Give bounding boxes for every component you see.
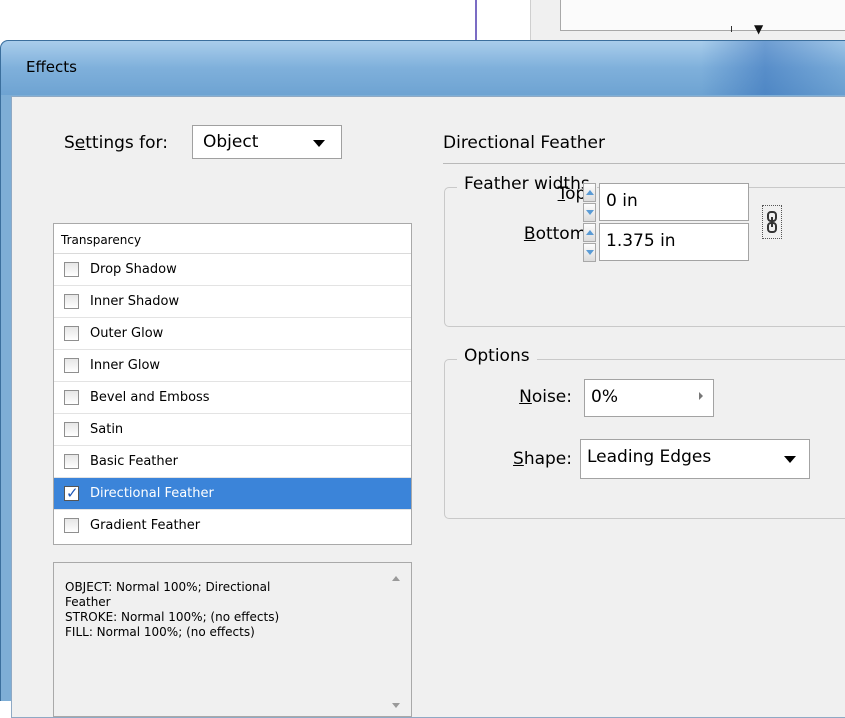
section-divider — [443, 163, 845, 164]
dialog-title: Effects — [26, 58, 77, 76]
satin-checkbox[interactable] — [64, 422, 79, 437]
chevron-down-icon — [784, 456, 796, 463]
effect-item-outer-glow[interactable]: Outer Glow — [54, 318, 411, 350]
background-ruler: ▼ — [560, 0, 845, 36]
inner-glow-checkbox[interactable] — [64, 358, 79, 373]
outer-glow-checkbox[interactable] — [64, 326, 79, 341]
gradient-feather-checkbox[interactable] — [64, 518, 79, 533]
top-label: Top: — [557, 184, 592, 204]
link-icon[interactable] — [762, 205, 782, 239]
effect-item-satin[interactable]: Satin — [54, 414, 411, 446]
top-stepper[interactable] — [583, 183, 596, 223]
shape-dropdown[interactable]: Leading Edges — [580, 439, 810, 479]
effects-summary: OBJECT: Normal 100%; Directional Feather… — [53, 562, 412, 717]
effects-dialog: Effects Settings for: Object Transparenc… — [0, 40, 845, 718]
bottom-label: Bottom: — [523, 224, 592, 244]
chevron-down-icon — [313, 140, 325, 147]
effect-item-transparency[interactable]: Transparency — [54, 224, 411, 254]
noise-label: Noise: — [519, 387, 572, 407]
inner-shadow-checkbox[interactable] — [64, 294, 79, 309]
effects-list: Transparency Drop Shadow Inner Shadow Ou… — [53, 223, 412, 545]
stepper-up-icon[interactable] — [583, 183, 596, 202]
settings-for-dropdown[interactable]: Object — [192, 125, 342, 159]
dialog-titlebar[interactable]: Effects — [1, 41, 845, 95]
slider-arrow-icon[interactable] — [699, 392, 703, 400]
noise-input[interactable]: 0% — [584, 379, 714, 417]
effect-item-drop-shadow[interactable]: Drop Shadow — [54, 254, 411, 286]
options-title: Options — [457, 346, 537, 366]
shape-label: Shape: — [513, 449, 572, 469]
effect-item-inner-shadow[interactable]: Inner Shadow — [54, 286, 411, 318]
effect-item-bevel-and-emboss[interactable]: Bevel and Emboss — [54, 382, 411, 414]
settings-for-label: Settings for: — [64, 133, 168, 153]
ruler-tick — [731, 26, 732, 32]
scroll-up-icon[interactable] — [392, 576, 400, 581]
drop-shadow-checkbox[interactable] — [64, 262, 79, 277]
background-guide-line — [475, 0, 477, 40]
settings-for-value: Object — [203, 132, 259, 152]
basic-feather-checkbox[interactable] — [64, 454, 79, 469]
directional-feather-checkbox[interactable]: ✓ — [64, 484, 79, 502]
stepper-up-icon[interactable] — [583, 223, 596, 242]
effect-item-inner-glow[interactable]: Inner Glow — [54, 350, 411, 382]
bottom-stepper[interactable] — [583, 223, 596, 263]
stepper-down-icon[interactable] — [583, 203, 596, 222]
bottom-input[interactable]: 1.375 in — [599, 223, 749, 261]
ruler-marker-icon: ▼ — [754, 22, 764, 36]
checkmark-icon: ✓ — [66, 484, 79, 502]
section-title: Directional Feather — [443, 133, 605, 153]
top-input[interactable]: 0 in — [599, 183, 749, 221]
stepper-down-icon[interactable] — [583, 243, 596, 262]
effect-item-gradient-feather[interactable]: Gradient Feather — [54, 510, 411, 542]
effect-item-directional-feather[interactable]: ✓ Directional Feather — [54, 478, 411, 510]
scroll-down-icon[interactable] — [392, 703, 400, 708]
bevel-and-emboss-checkbox[interactable] — [64, 390, 79, 405]
dialog-content: Settings for: Object Transparency Drop S… — [11, 96, 845, 718]
effect-item-basic-feather[interactable]: Basic Feather — [54, 446, 411, 478]
